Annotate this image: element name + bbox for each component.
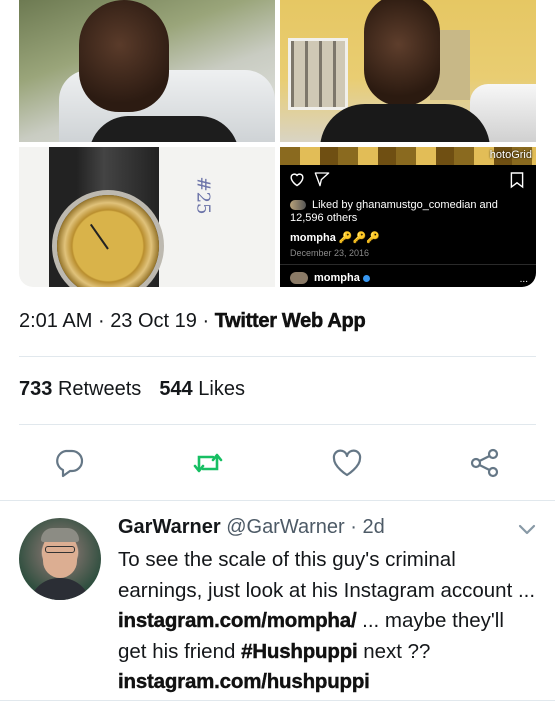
tweet-date: 23 Oct 19: [110, 310, 197, 332]
divider: [0, 700, 555, 701]
tweet-time: 2:01 AM: [19, 310, 93, 332]
separator-dot: ·: [350, 516, 357, 538]
hashtag-link[interactable]: #Hushpuppi: [241, 639, 358, 662]
liked-by-text: Liked by ghanamustgo_comedian and 12,596…: [290, 199, 530, 225]
tweet-stats: 733 Retweets 544 Likes: [19, 378, 245, 401]
liker-avatars: [290, 200, 306, 211]
heart-outline-icon: [290, 173, 304, 187]
retweet-icon[interactable]: [192, 448, 224, 478]
photogrid-watermark: hotoGrid: [489, 149, 532, 161]
post-date: December 23, 2016: [290, 248, 370, 258]
reply-display-name[interactable]: GarWarner: [118, 516, 221, 538]
reply-text: To see the scale of this guy's criminal …: [118, 545, 538, 698]
avatar-glasses: [45, 546, 75, 553]
more-options-icon: ...: [519, 274, 528, 285]
instagram-action-row: [288, 171, 530, 193]
chevron-down-icon[interactable]: [516, 521, 538, 537]
likes-label: Likes: [198, 378, 245, 400]
divider: [19, 356, 536, 357]
post-caption: mompha 🔑🔑🔑: [290, 231, 380, 244]
avatar-hair: [41, 528, 79, 542]
avatar[interactable]: [19, 518, 101, 600]
person-head: [364, 0, 440, 106]
tweet-actions: [0, 440, 555, 484]
avatar-body: [29, 578, 91, 600]
likes-count: 544: [159, 378, 193, 400]
instagram-link-mompha[interactable]: instagram.com/mompha/: [118, 609, 357, 632]
watch-face: [57, 195, 159, 287]
liked-count: 12,596 others: [290, 212, 358, 224]
liked-by-label: Liked by ghanamustgo_comedian and: [312, 199, 498, 211]
retweets-label: Retweets: [57, 378, 142, 400]
share-icon[interactable]: [469, 448, 501, 478]
reply-icon[interactable]: [53, 448, 85, 478]
owner-username: mompha: [314, 272, 360, 284]
separator-dot: ·: [97, 310, 105, 332]
handwritten-note: #25: [192, 176, 214, 215]
reply-age: 2d: [362, 516, 385, 538]
tweet-source-link[interactable]: Twitter Web App: [214, 310, 365, 333]
window-shape: [288, 38, 348, 110]
like-icon[interactable]: [331, 448, 363, 478]
send-icon: [314, 172, 330, 187]
likes-stat[interactable]: 544 Likes: [159, 378, 245, 400]
divider: [19, 424, 536, 425]
reply-text-part: To see the scale of this guy's criminal …: [118, 548, 536, 602]
caption-username: mompha: [290, 232, 336, 244]
divider: [0, 500, 555, 501]
divider: [280, 264, 536, 265]
photo-man-near-building[interactable]: [280, 0, 536, 142]
post-owner-row: mompha: [290, 272, 370, 285]
tweet-timestamp: 2:01 AM · 23 Oct 19 · Twitter Web App: [19, 310, 366, 333]
instagram-link-hushpuppi[interactable]: instagram.com/hushpuppi: [118, 670, 370, 693]
reply-handle[interactable]: @GarWarner: [226, 516, 344, 538]
retweets-stat[interactable]: 733 Retweets: [19, 378, 141, 400]
bookmark-icon: [510, 172, 524, 189]
person-shirt: [89, 116, 239, 142]
person-shirt: [320, 104, 490, 142]
key-emojis: 🔑🔑🔑: [338, 232, 380, 244]
photo-gold-watch[interactable]: #25: [19, 147, 275, 287]
photo-instagram-screenshot[interactable]: hotoGrid Liked by ghanamustgo_comedian a…: [280, 147, 536, 287]
person-head: [79, 0, 169, 112]
owner-avatar: [290, 272, 308, 285]
reply-header: GarWarner @GarWarner · 2d: [118, 516, 385, 539]
separator-dot: ·: [202, 310, 210, 332]
retweets-count: 733: [19, 378, 53, 400]
tweet-media-grid: #25 hotoGrid Liked by ghanamustgo_comedi…: [19, 0, 536, 287]
reply-text-part: next ??: [357, 639, 431, 663]
verified-icon: [362, 274, 370, 282]
photo-man-near-car[interactable]: [19, 0, 275, 142]
